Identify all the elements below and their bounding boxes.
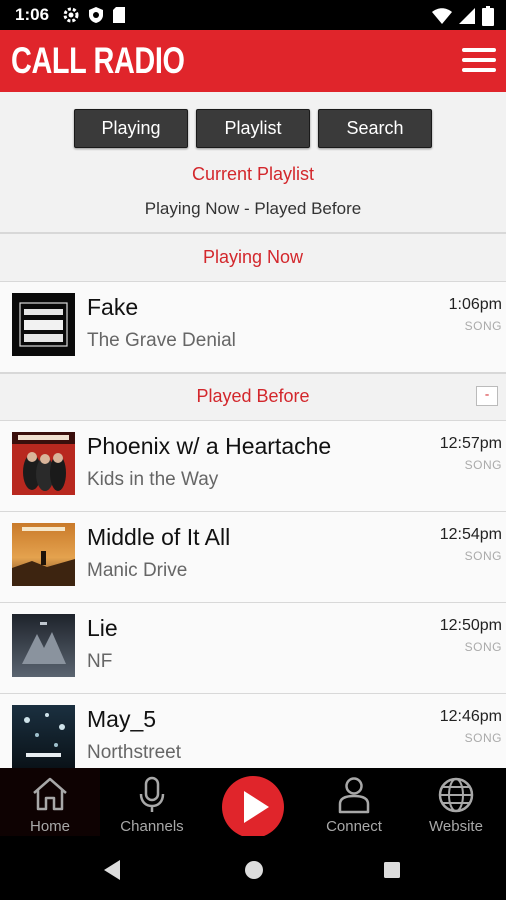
song-type: SONG bbox=[464, 640, 502, 654]
divider bbox=[0, 372, 506, 374]
nav-home[interactable]: Home bbox=[0, 768, 100, 836]
globe-icon bbox=[438, 777, 474, 813]
menu-bar-icon bbox=[462, 68, 496, 72]
song-artist: The Grave Denial bbox=[87, 330, 236, 351]
tab-playing[interactable]: Playing bbox=[74, 109, 188, 148]
played-before-item[interactable]: May_5 Northstreet 12:46pm SONG bbox=[0, 694, 506, 768]
collapse-button[interactable]: - bbox=[476, 386, 498, 406]
playing-now-header: Playing Now bbox=[202, 247, 304, 267]
status-bar: 1:06 bbox=[0, 0, 506, 30]
tab-bar: Playing Playlist Search bbox=[0, 109, 506, 148]
song-type: SONG bbox=[464, 549, 502, 563]
play-button[interactable] bbox=[222, 776, 284, 838]
song-type: SONG bbox=[464, 731, 502, 745]
wifi-icon bbox=[432, 8, 452, 24]
album-art bbox=[12, 293, 75, 356]
song-time: 12:46pm bbox=[439, 708, 502, 725]
playlist-subtitle: Playing Now - Played Before bbox=[144, 199, 362, 218]
sd-card-icon bbox=[113, 7, 125, 23]
playlist-view: Playing Playlist Search Current Playlist… bbox=[0, 92, 506, 768]
play-icon bbox=[244, 791, 269, 823]
battery-icon bbox=[482, 6, 494, 26]
song-title: May_5 bbox=[87, 706, 157, 732]
played-before-item[interactable]: Lie NF 12:50pm SONG bbox=[0, 603, 506, 693]
song-type: SONG bbox=[464, 319, 502, 333]
song-time: 1:06pm bbox=[448, 296, 502, 313]
bottom-nav: Home Channels Connect Website bbox=[0, 768, 506, 838]
nav-website-label: Website bbox=[429, 818, 483, 835]
album-art bbox=[12, 705, 75, 768]
menu-bar-icon bbox=[462, 48, 496, 52]
shield-icon bbox=[89, 7, 103, 23]
menu-bar-icon bbox=[462, 58, 496, 62]
album-art bbox=[12, 432, 75, 495]
user-icon bbox=[338, 777, 370, 814]
song-artist: Northstreet bbox=[87, 742, 181, 763]
hamburger-menu-button[interactable] bbox=[462, 48, 496, 74]
played-before-header: Played Before bbox=[196, 386, 310, 406]
home-circle-icon[interactable] bbox=[244, 860, 264, 880]
home-icon bbox=[33, 777, 67, 811]
status-time: 1:06 bbox=[15, 5, 50, 24]
system-nav-bar bbox=[0, 836, 506, 900]
song-type: SONG bbox=[464, 458, 502, 472]
now-playing-item[interactable]: Fake The Grave Denial 1:06pm SONG bbox=[0, 282, 506, 372]
album-art bbox=[12, 523, 75, 586]
nav-channels-label: Channels bbox=[120, 818, 184, 835]
recents-icon[interactable] bbox=[383, 861, 401, 879]
song-artist: Kids in the Way bbox=[87, 469, 219, 490]
album-art bbox=[12, 614, 75, 677]
played-before-item[interactable]: Middle of It All Manic Drive 12:54pm SON… bbox=[0, 512, 506, 602]
nav-connect[interactable]: Connect bbox=[304, 768, 404, 836]
gear-icon bbox=[63, 7, 79, 23]
nav-channels[interactable]: Channels bbox=[102, 768, 202, 836]
signal-icon bbox=[459, 8, 475, 24]
song-time: 12:57pm bbox=[439, 435, 502, 452]
played-before-item[interactable]: Phoenix w/ a Heartache Kids in the Way 1… bbox=[0, 421, 506, 511]
song-title: Phoenix w/ a Heartache bbox=[87, 433, 332, 459]
nav-website[interactable]: Website bbox=[406, 768, 506, 836]
app-bar: CALL RADIO bbox=[0, 30, 506, 92]
microphone-icon bbox=[139, 776, 165, 812]
song-title: Middle of It All bbox=[87, 524, 231, 550]
tab-playlist[interactable]: Playlist bbox=[196, 109, 310, 148]
song-artist: Manic Drive bbox=[87, 560, 188, 581]
tab-search[interactable]: Search bbox=[318, 109, 432, 148]
nav-home-label: Home bbox=[29, 818, 70, 835]
app-title: CALL RADIO bbox=[11, 40, 185, 81]
song-title: Fake bbox=[87, 294, 139, 320]
back-icon[interactable] bbox=[102, 859, 122, 881]
current-playlist-heading: Current Playlist bbox=[191, 164, 315, 184]
song-artist: NF bbox=[87, 651, 113, 672]
nav-connect-label: Connect bbox=[326, 818, 382, 835]
divider bbox=[0, 232, 506, 234]
song-title: Lie bbox=[87, 615, 118, 641]
song-time: 12:54pm bbox=[439, 526, 502, 543]
song-time: 12:50pm bbox=[439, 617, 502, 634]
